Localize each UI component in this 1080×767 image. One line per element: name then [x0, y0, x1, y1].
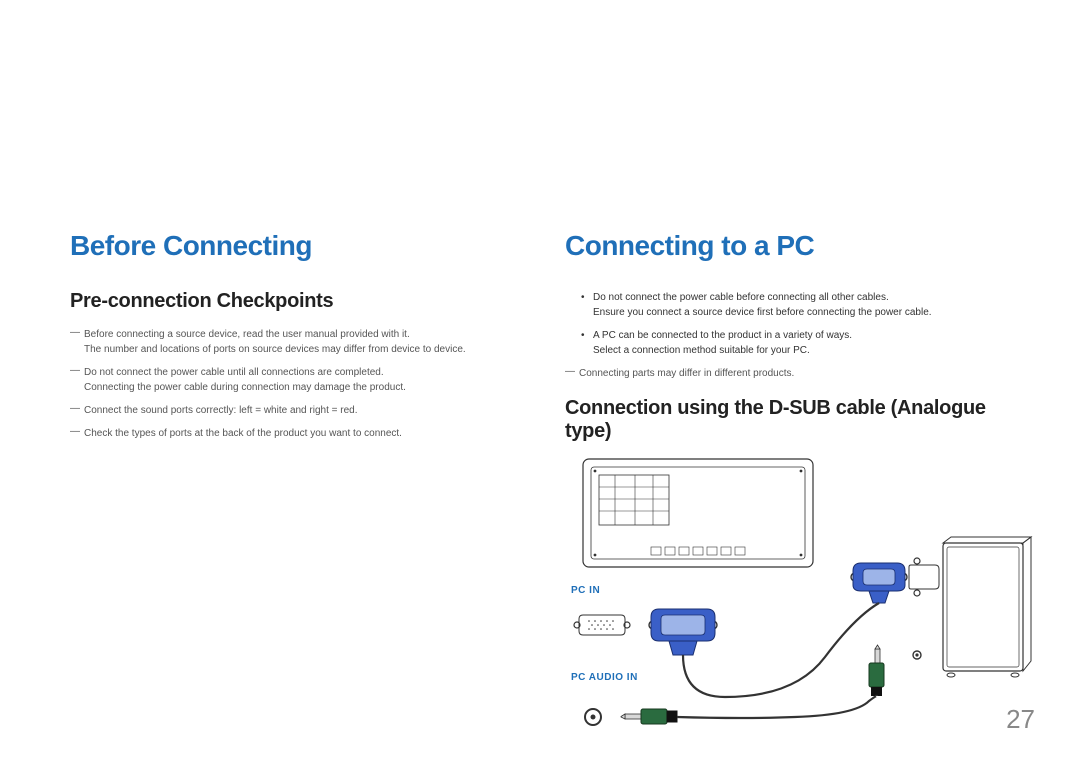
- audio-cable-icon: [677, 696, 877, 718]
- heading-before-connecting: Before Connecting: [70, 230, 525, 262]
- vga-connector-right-icon: [851, 563, 907, 603]
- vga-connector-left-icon: [649, 609, 717, 655]
- monitor-back-icon: [583, 459, 813, 567]
- page-number: 27: [1006, 704, 1035, 735]
- manual-page: Before Connecting Pre-connection Checkpo…: [0, 0, 1080, 763]
- bullet-item: A PC can be connected to the product in …: [565, 328, 1020, 358]
- connection-diagram: PC IN PC AUDIO IN: [565, 457, 1020, 767]
- label-pc-audio-in: PC AUDIO IN: [571, 672, 638, 683]
- note-item: Do not connect the power cable until all…: [70, 365, 525, 395]
- note-item: Before connecting a source device, read …: [70, 327, 525, 357]
- audio-jack-left-icon: [621, 709, 677, 724]
- note-item: Connecting parts may differ in different…: [565, 366, 1020, 381]
- left-column: Before Connecting Pre-connection Checkpo…: [70, 230, 525, 723]
- subheading-dsub: Connection using the D-SUB cable (Analog…: [565, 397, 1020, 443]
- right-column: Connecting to a PC Do not connect the po…: [565, 230, 1020, 723]
- subheading-pre-connection: Pre-connection Checkpoints: [70, 290, 525, 313]
- note-item: Check the types of ports at the back of …: [70, 426, 525, 441]
- dsub-port-product-icon: [574, 615, 630, 635]
- bullet-item: Do not connect the power cable before co…: [565, 290, 1020, 320]
- heading-connecting-pc: Connecting to a PC: [565, 230, 1020, 262]
- label-pc-in: PC IN: [571, 585, 600, 596]
- note-item: Connect the sound ports correctly: left …: [70, 403, 525, 418]
- audio-jack-right-icon: [869, 645, 884, 696]
- audio-port-product-icon: [585, 709, 601, 725]
- pc-tower-icon: [909, 537, 1031, 677]
- diagram-svg: [565, 457, 1035, 767]
